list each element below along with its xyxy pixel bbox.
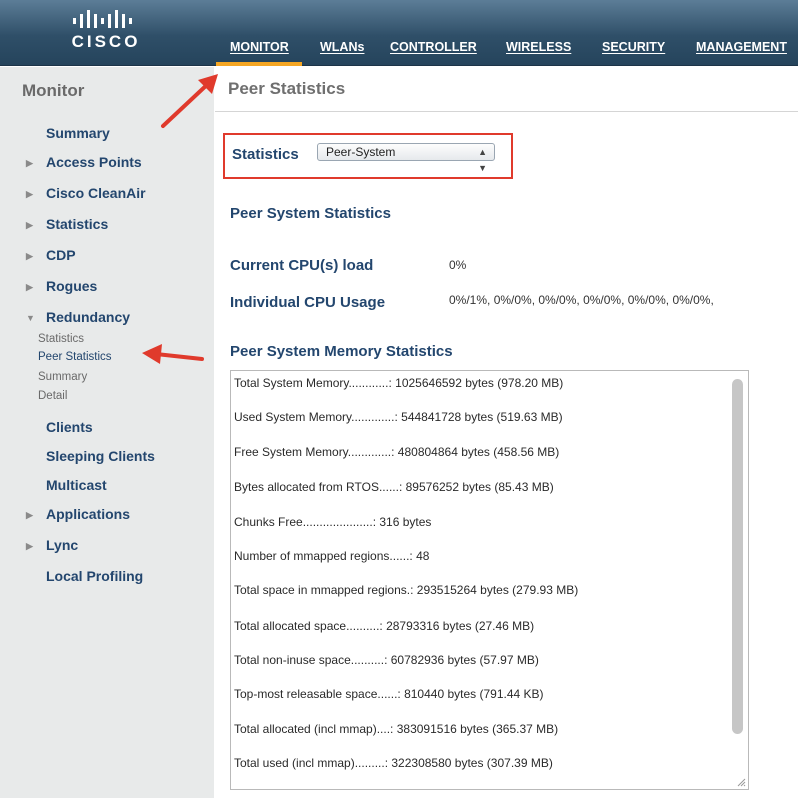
memory-stats-textarea[interactable]: Total System Memory............: 1025646… — [230, 370, 749, 790]
sidebar-item-label: Summary — [46, 125, 110, 141]
sidebar-item-label: Access Points — [46, 154, 142, 170]
caret-right-icon[interactable]: ▶ — [26, 510, 40, 521]
sidebar-item-rogues[interactable]: ▶ Rogues — [26, 278, 97, 294]
sidebar-sub-peer-statistics[interactable]: Peer Statistics — [38, 351, 112, 363]
sidebar-item-label: Statistics — [46, 216, 109, 232]
top-header: CISCO MONITOR WLANs CONTROLLER WIRELESS … — [0, 0, 798, 66]
memory-line: Total space in mmapped regions.: 2935152… — [234, 583, 579, 597]
logo-text: CISCO — [71, 32, 141, 51]
sidebar-sub-statistics[interactable]: Statistics — [38, 333, 84, 345]
sidebar-item-label: Clients — [46, 419, 93, 435]
nav-wlans[interactable]: WLANs — [320, 40, 364, 54]
sidebar-item-applications[interactable]: ▶ Applications — [26, 506, 130, 522]
sidebar-item-clients[interactable]: Clients — [26, 419, 93, 435]
caret-right-icon[interactable]: ▶ — [26, 282, 40, 293]
sidebar-item-local-profiling[interactable]: Local Profiling — [26, 568, 143, 584]
sidebar-sub-detail[interactable]: Detail — [38, 390, 67, 402]
sidebar-item-multicast[interactable]: Multicast — [26, 477, 107, 493]
caret-right-icon[interactable]: ▶ — [26, 541, 40, 552]
sidebar-item-cdp[interactable]: ▶ CDP — [26, 247, 76, 263]
sidebar-item-label: Local Profiling — [46, 568, 144, 584]
cpu-load-label: Current CPU(s) load — [230, 257, 374, 274]
select-updown-icon: ▲ ▼ — [478, 147, 487, 173]
page-title: Peer Statistics — [228, 79, 346, 98]
memory-line: Used System Memory.............: 5448417… — [234, 410, 563, 424]
sidebar-item-label: Multicast — [46, 477, 107, 493]
main-content: Peer Statistics Statistics Peer-System ▲… — [215, 67, 798, 798]
nav-security[interactable]: SECURITY — [602, 40, 665, 54]
memory-line: Total allocated (incl mmap)....: 3830915… — [234, 722, 559, 736]
sidebar-title: Monitor — [22, 81, 85, 100]
sidebar-item-label: CDP — [46, 247, 76, 263]
cpu-usage-value: 0%/1%, 0%/0%, 0%/0%, 0%/0%, 0%/0%, 0%/0%… — [449, 293, 714, 307]
title-divider — [215, 111, 798, 112]
statistics-label: Statistics — [232, 146, 299, 163]
statistics-selector-highlight: Statistics Peer-System ▲ ▼ — [223, 133, 513, 179]
cisco-logo[interactable]: CISCO — [44, 8, 168, 60]
nav-controller[interactable]: CONTROLLER — [390, 40, 477, 54]
nav-wireless[interactable]: WIRELESS — [506, 40, 571, 54]
sidebar-sub-summary[interactable]: Summary — [38, 371, 87, 383]
memory-line: Total allocated space..........: 2879331… — [234, 619, 535, 633]
memory-line: Total non-inuse space..........: 6078293… — [234, 653, 539, 667]
sidebar-item-label: Rogues — [46, 278, 98, 294]
sidebar-item-lync[interactable]: ▶ Lync — [26, 537, 78, 553]
statistics-select-value: Peer-System — [326, 145, 396, 159]
sidebar-item-label: Cisco CleanAir — [46, 185, 146, 201]
caret-right-icon[interactable]: ▶ — [26, 158, 40, 169]
nav-monitor[interactable]: MONITOR — [230, 40, 289, 54]
sidebar-item-label: Lync — [46, 537, 79, 553]
sidebar-item-access-points[interactable]: ▶ Access Points — [26, 154, 142, 170]
sidebar-item-label: Redundancy — [46, 309, 131, 325]
cpu-usage-label: Individual CPU Usage — [230, 294, 386, 311]
memory-line: Number of mmapped regions......: 48 — [234, 549, 430, 563]
sidebar-item-redundancy[interactable]: ▼ Redundancy — [26, 309, 130, 325]
sidebar-item-label: Applications — [46, 506, 131, 522]
peer-system-heading: Peer System Statistics — [230, 205, 391, 222]
memory-line: Total used (incl mmap).........: 3223085… — [234, 756, 553, 770]
memory-line: Free System Memory.............: 4808048… — [234, 445, 560, 459]
annotation-arrow — [142, 344, 204, 364]
caret-right-icon[interactable]: ▶ — [26, 189, 40, 200]
nav-active-indicator — [216, 62, 302, 66]
nav-management[interactable]: MANAGEMENT — [696, 40, 787, 54]
cisco-bars-icon — [73, 10, 132, 28]
sidebar-item-cisco-cleanair[interactable]: ▶ Cisco CleanAir — [26, 185, 146, 201]
memory-line: Top-most releasable space......: 810440 … — [234, 687, 544, 701]
statistics-select[interactable]: Peer-System ▲ ▼ — [317, 143, 495, 173]
sidebar-item-label: Sleeping Clients — [46, 448, 155, 464]
textarea-scrollbar[interactable] — [732, 379, 743, 734]
memory-line: Chunks Free.....................: 316 by… — [234, 515, 432, 529]
memory-line: Total System Memory............: 1025646… — [234, 376, 564, 390]
caret-right-icon[interactable]: ▶ — [26, 220, 40, 231]
annotation-arrow — [161, 74, 218, 128]
sidebar-item-summary[interactable]: Summary — [26, 125, 110, 141]
resize-grip-icon[interactable] — [736, 777, 746, 787]
cpu-load-value: 0% — [449, 258, 467, 272]
sidebar-item-statistics[interactable]: ▶ Statistics — [26, 216, 108, 232]
memory-heading: Peer System Memory Statistics — [230, 343, 453, 360]
sidebar-item-sleeping-clients[interactable]: Sleeping Clients — [26, 448, 155, 464]
memory-line: Bytes allocated from RTOS......: 8957625… — [234, 480, 554, 494]
caret-right-icon[interactable]: ▶ — [26, 251, 40, 262]
sidebar: Monitor Summary ▶ Access Points ▶ Cisco Cl… — [0, 67, 214, 798]
caret-down-icon[interactable]: ▼ — [26, 313, 40, 323]
